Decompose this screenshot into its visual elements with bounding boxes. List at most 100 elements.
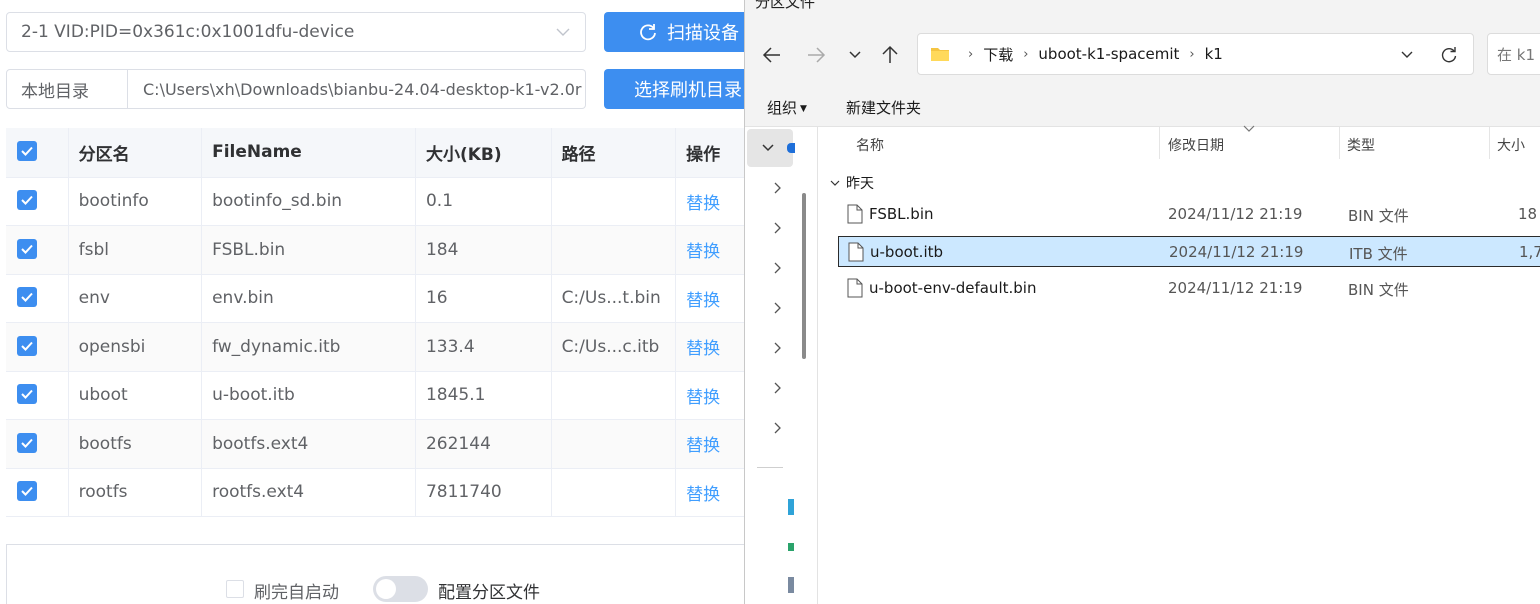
chevron-right-icon[interactable] [771, 381, 783, 395]
device-select-value: 2-1 VID:PID=0x361c:0x1001dfu-device [21, 22, 355, 42]
file-row[interactable]: FSBL.bin 2024/11/12 21:19 BIN 文件 18 [838, 199, 1540, 230]
breadcrumb-downloads[interactable]: 下载 [983, 44, 1013, 65]
drive-icon [788, 499, 794, 515]
col-partition: 分区名 [68, 128, 203, 178]
partition-file: bootfs.ext4 [201, 419, 416, 469]
replace-link[interactable]: 替换 [686, 291, 720, 311]
partition-size: 262144 [415, 419, 552, 469]
caret-down-icon: ▼ [800, 104, 807, 114]
row-checkbox-cell[interactable] [6, 371, 69, 420]
replace-link[interactable]: 替换 [686, 242, 720, 262]
replace-link[interactable]: 替换 [686, 339, 720, 359]
check-icon [21, 341, 33, 351]
col-separator[interactable] [1489, 127, 1490, 159]
row-checkbox-cell[interactable] [6, 468, 69, 517]
col-filename: FileName [201, 128, 416, 178]
row-checkbox[interactable] [17, 190, 37, 211]
refresh-icon[interactable] [1439, 45, 1459, 65]
back-arrow-icon[interactable] [761, 44, 783, 66]
chevron-right-icon[interactable] [771, 341, 783, 355]
forward-arrow-icon[interactable] [805, 44, 827, 66]
nav-scrollbar[interactable] [802, 193, 806, 359]
replace-link[interactable]: 替换 [686, 194, 720, 214]
partition-path: C:/Us...c.itb [551, 322, 677, 372]
organize-menu[interactable]: 组织 ▼ [767, 97, 807, 118]
group-header[interactable]: 昨天 [830, 173, 874, 193]
partition-path [551, 177, 677, 226]
partition-file: FSBL.bin [201, 225, 416, 275]
partition-size: 1845.1 [415, 371, 552, 420]
partition-path [551, 225, 677, 275]
partition-name: opensbi [68, 322, 203, 372]
breadcrumb-sep-icon: › [1023, 46, 1029, 62]
select-all-cell[interactable] [6, 128, 69, 178]
replace-link[interactable]: 替换 [686, 388, 720, 408]
row-checkbox[interactable] [17, 287, 37, 308]
scan-device-button[interactable]: 扫描设备 [604, 12, 764, 52]
file-date: 2024/11/12 21:19 [1168, 205, 1303, 223]
partition-file: rootfs.ext4 [201, 468, 416, 517]
up-arrow-icon[interactable] [879, 44, 901, 66]
group-label: 昨天 [846, 176, 874, 192]
replace-link[interactable]: 替换 [686, 436, 720, 456]
chevron-right-icon[interactable] [771, 181, 783, 195]
partition-name: bootfs [68, 419, 203, 469]
dialog-titlebar [745, 0, 1540, 24]
check-icon [21, 293, 33, 303]
partition-file: bootinfo_sd.bin [201, 177, 416, 226]
file-row[interactable]: u-boot.itb 2024/11/12 21:19 ITB 文件 1,76 [838, 236, 1540, 267]
select-all-checkbox[interactable] [17, 141, 37, 162]
file-type: BIN 文件 [1348, 281, 1409, 299]
recent-dropdown-icon[interactable] [844, 44, 866, 66]
col-modified[interactable]: 修改日期 [1168, 135, 1224, 155]
address-bar[interactable]: › 下载 › uboot-k1-spacemit › k1 [917, 33, 1474, 75]
nav-item-icon [787, 143, 795, 153]
file-name: u-boot.itb [870, 243, 944, 261]
breadcrumb-uboot[interactable]: uboot-k1-spacemit [1038, 45, 1179, 63]
search-input[interactable]: 在 k1 中 [1487, 33, 1540, 75]
config-toggle[interactable] [373, 576, 428, 602]
partition-size: 16 [415, 274, 552, 323]
chevron-right-icon[interactable] [771, 301, 783, 315]
file-name: FSBL.bin [869, 205, 934, 223]
chevron-right-icon[interactable] [771, 221, 783, 235]
dir-mode-select[interactable]: 本地目录 [6, 69, 128, 109]
row-checkbox[interactable] [17, 335, 37, 356]
search-placeholder: 在 k1 中 [1497, 45, 1540, 64]
row-checkbox-cell[interactable] [6, 322, 69, 372]
device-select[interactable]: 2-1 VID:PID=0x361c:0x1001dfu-device [6, 12, 586, 52]
col-name[interactable]: 名称 [856, 135, 884, 155]
table-row: uboot u-boot.itb 1845.1 替换 [6, 371, 745, 420]
row-checkbox-cell[interactable] [6, 177, 69, 226]
row-checkbox[interactable] [17, 481, 37, 502]
row-checkbox-cell[interactable] [6, 419, 69, 469]
row-checkbox[interactable] [17, 432, 37, 453]
chevron-right-icon[interactable] [771, 421, 783, 435]
row-checkbox[interactable] [17, 238, 37, 259]
row-checkbox-cell[interactable] [6, 274, 69, 323]
col-separator[interactable] [1339, 127, 1340, 159]
pick-dir-button[interactable]: 选择刷机目录 [604, 69, 764, 109]
breadcrumb-k1[interactable]: k1 [1205, 45, 1223, 63]
file-icon [847, 204, 863, 224]
file-row[interactable]: u-boot-env-default.bin 2024/11/12 21:19 BI… [838, 273, 1540, 304]
col-size[interactable]: 大小 [1497, 135, 1525, 155]
col-separator[interactable] [1159, 127, 1160, 159]
dir-path-input[interactable]: C:\Users\xh\Downloads\bianbu-24.04-deskt… [128, 69, 586, 109]
chevron-down-icon [556, 28, 570, 36]
pick-button-label: 选择刷机目录 [634, 80, 742, 101]
replace-link[interactable]: 替换 [686, 485, 720, 505]
partition-size: 0.1 [415, 177, 552, 226]
row-checkbox[interactable] [17, 384, 37, 405]
breadcrumb-sep-icon: › [968, 46, 974, 62]
chevron-right-icon[interactable] [771, 261, 783, 275]
col-size: 大小(KB) [415, 128, 552, 178]
file-name: u-boot-env-default.bin [869, 279, 1037, 297]
col-type[interactable]: 类型 [1347, 135, 1375, 155]
address-dropdown-icon[interactable] [1399, 47, 1415, 63]
auto-start-checkbox[interactable] [226, 580, 244, 598]
new-folder-button[interactable]: 新建文件夹 [846, 97, 921, 118]
partition-path [551, 371, 677, 420]
row-checkbox-cell[interactable] [6, 225, 69, 275]
table-row: env env.bin 16 C:/Us...t.bin 替换 [6, 274, 745, 323]
